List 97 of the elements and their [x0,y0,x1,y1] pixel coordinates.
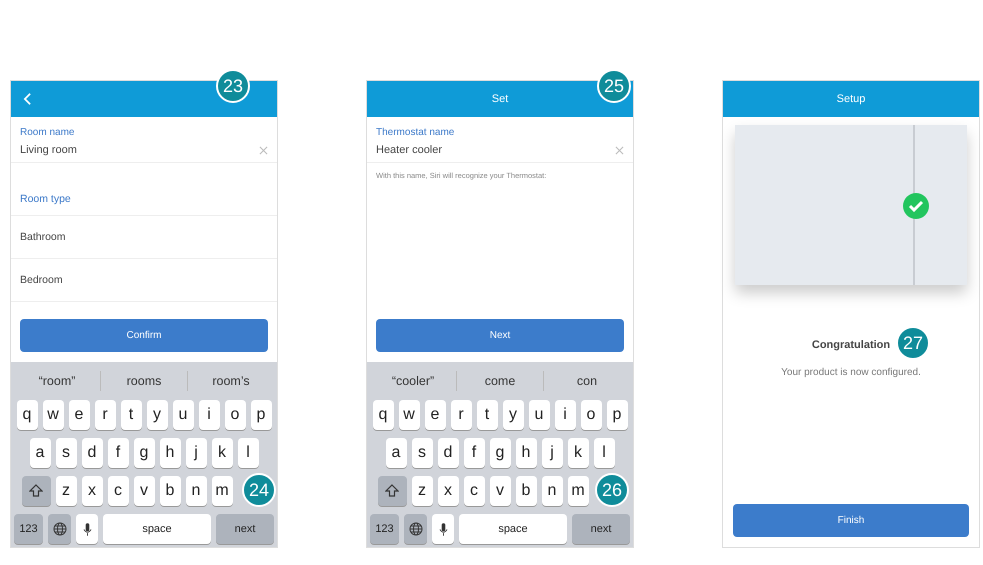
letter-key[interactable]: n [542,476,562,506]
letter-key[interactable]: c [108,476,128,506]
letter-key[interactable]: w [42,400,64,430]
letter-key[interactable]: v [134,476,154,506]
letter-key[interactable]: s [412,438,432,468]
suggestion[interactable]: “cooler” [370,374,456,388]
letter-key[interactable]: p [250,400,272,430]
suggestion[interactable]: room’s [188,374,274,388]
step-number-badge: 27 [896,326,930,360]
letter-key[interactable]: u [172,400,194,430]
letter-key[interactable]: k [568,438,588,468]
letter-key[interactable]: n [186,476,206,506]
section-title: Room type [11,163,277,216]
letter-key[interactable]: j [186,438,206,468]
letter-key[interactable]: e [68,400,90,430]
globe-key[interactable] [404,514,427,544]
microphone-icon [438,522,448,536]
success-heading: Congratulation [812,339,890,351]
letter-key[interactable]: m [212,476,232,506]
finish-button[interactable]: Finish [733,504,969,537]
room-type-option[interactable]: Bedroom [11,259,277,302]
letter-key[interactable]: r [450,400,472,430]
letter-key[interactable]: g [134,438,154,468]
suggestion[interactable]: come [457,374,543,388]
globe-key[interactable] [48,514,71,544]
shift-icon [385,484,399,498]
field-value: Living room [20,144,77,156]
letter-key[interactable]: f [464,438,484,468]
globe-icon [52,522,66,536]
space-key[interactable]: space [103,514,211,544]
suggestion[interactable]: rooms [101,374,187,388]
letter-key[interactable]: h [516,438,536,468]
letter-key[interactable]: v [490,476,510,506]
letter-key[interactable]: b [516,476,536,506]
success-message: Your product is now configured. [780,367,922,378]
letter-key[interactable]: q [372,400,394,430]
letter-key[interactable]: e [424,400,446,430]
back-icon[interactable] [23,92,32,106]
field-label: Thermostat name [376,127,456,138]
step-number-badge: 23 [216,69,250,103]
letter-key[interactable]: l [238,438,258,468]
letter-key[interactable]: l [594,438,614,468]
letter-key[interactable]: q [16,400,38,430]
letter-key[interactable]: y [146,400,168,430]
letter-key[interactable]: p [606,400,628,430]
microphone-icon [82,522,92,536]
microphone-key[interactable] [76,514,98,544]
form-button[interactable]: Confirm [20,319,268,352]
text-field[interactable]: Thermostat name Heater cooler [367,117,633,163]
field-label: Room name [20,127,76,138]
letter-key[interactable]: z [412,476,432,506]
letter-key[interactable]: a [30,438,50,468]
screen-title: Setup [836,93,866,105]
check-icon [903,193,929,219]
text-field[interactable]: Room name Living room [11,117,277,163]
letter-key[interactable]: a [386,438,406,468]
letter-key[interactable]: c [464,476,484,506]
next-key[interactable]: next [572,514,630,544]
letter-key[interactable]: h [160,438,180,468]
shift-key[interactable] [378,476,406,506]
next-key[interactable]: next [216,514,274,544]
shift-key[interactable] [22,476,50,506]
letter-key[interactable]: b [160,476,180,506]
letter-key[interactable]: y [502,400,524,430]
globe-icon [408,522,422,536]
suggestion[interactable]: con [544,374,630,388]
step-number-badge: 25 [597,69,631,103]
room-type-option[interactable]: Bathroom [11,216,277,259]
letter-key[interactable]: t [476,400,498,430]
numbers-key[interactable]: 123 [370,514,399,544]
suggestion[interactable]: “room” [14,374,100,388]
letter-key[interactable]: o [580,400,602,430]
numbers-key[interactable]: 123 [14,514,43,544]
letter-key[interactable]: z [56,476,76,506]
letter-key[interactable]: w [398,400,420,430]
letter-key[interactable]: k [212,438,232,468]
letter-key[interactable]: d [438,438,458,468]
screen-title: Set [492,93,508,105]
field-value: Heater cooler [376,144,442,156]
shift-icon [29,484,43,498]
letter-key[interactable]: u [528,400,550,430]
letter-key[interactable]: t [120,400,142,430]
letter-key[interactable]: d [82,438,102,468]
letter-key[interactable]: f [108,438,128,468]
letter-key[interactable]: i [554,400,576,430]
space-key[interactable]: space [459,514,567,544]
letter-key[interactable]: g [490,438,510,468]
letter-key[interactable]: r [94,400,116,430]
letter-key[interactable]: m [568,476,588,506]
letter-key[interactable]: o [224,400,246,430]
letter-key[interactable]: i [198,400,220,430]
letter-key[interactable]: x [82,476,102,506]
microphone-key[interactable] [432,514,454,544]
letter-key[interactable]: j [542,438,562,468]
letter-key[interactable]: x [438,476,458,506]
letter-key[interactable]: s [56,438,76,468]
form-button[interactable]: Next [376,319,624,352]
